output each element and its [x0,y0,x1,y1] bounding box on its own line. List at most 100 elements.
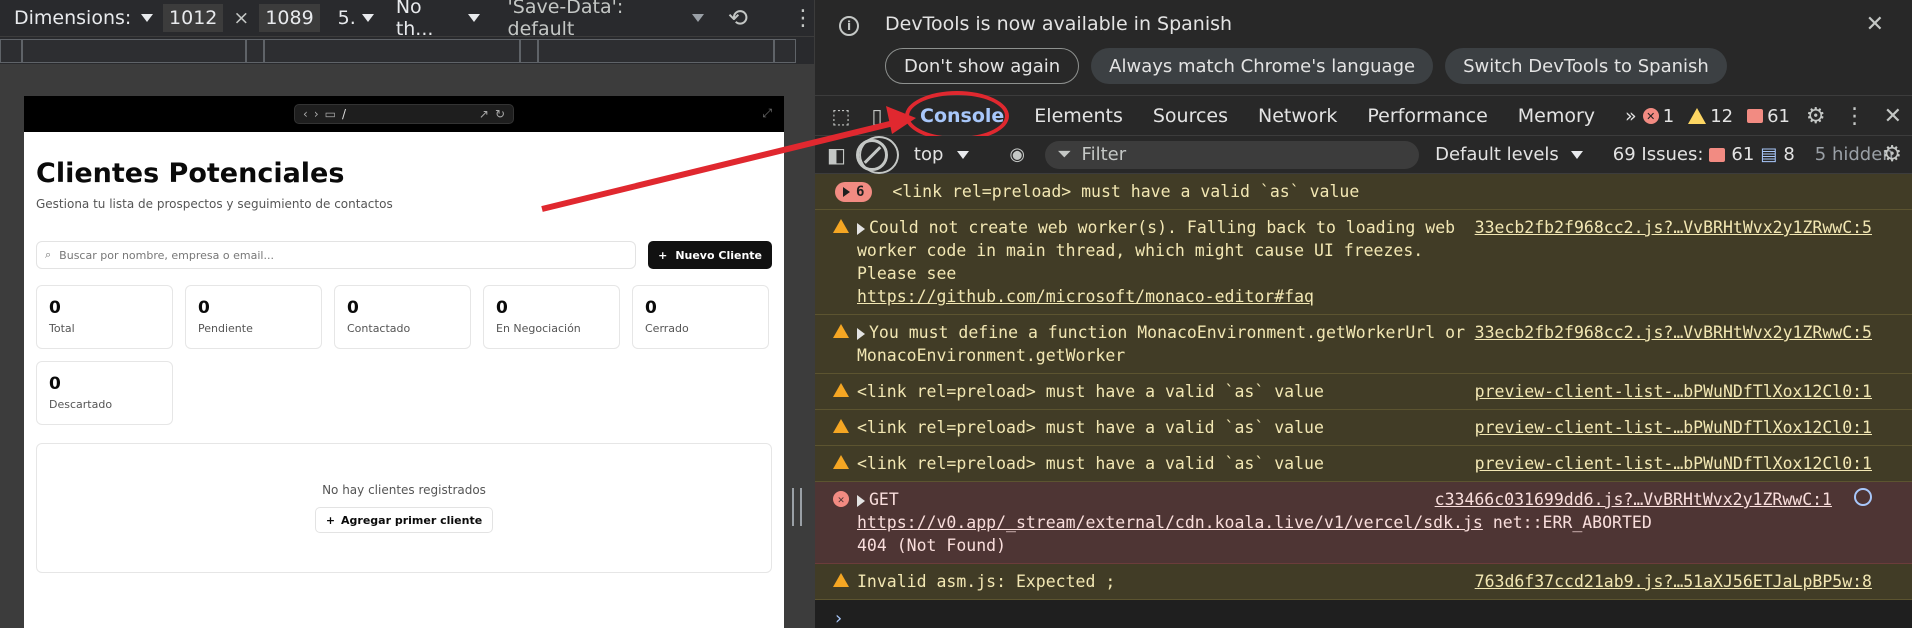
save-data-select[interactable]: 'Save-Data': default [508,0,686,40]
eye-icon[interactable]: ◉ [1009,144,1025,165]
log-text: You must define a function MonacoEnviron… [857,323,1466,365]
url-bar[interactable]: ‹ › ▭ / ↗ ↻ [294,104,514,124]
ruler-segment[interactable] [264,39,520,63]
dimensions-select[interactable]: Dimensions: ... [14,7,135,29]
log-source-link[interactable]: preview-client-list-…bPWuNDfTlXox12Cl0:1 [1475,380,1872,403]
log-link[interactable]: https://v0.app/_stream/external/cdn.koal… [857,513,1483,532]
issue-icon [1709,147,1726,162]
expand-icon[interactable]: ⤢ [762,106,772,121]
issues-summary[interactable]: 69 Issues: 61 ▤ 8 [1613,144,1795,165]
expand-arrow-icon[interactable] [857,494,865,507]
monitor-icon: ▭ [324,107,336,121]
filter-placeholder: Filter [1081,144,1127,165]
annotation-circle-small [859,136,899,174]
log-row-warning[interactable]: preview-client-list-…bPWuNDfTlXox12Cl0:1… [815,410,1912,446]
throttle-select[interactable]: No th... [396,0,462,40]
log-source-link[interactable]: preview-client-list-…bPWuNDfTlXox12Cl0:1 [1475,416,1872,439]
ruler-segment[interactable] [538,39,774,63]
width-input[interactable]: 1012 [163,4,224,32]
close-icon[interactable]: ✕ [1884,104,1902,129]
gear-icon[interactable]: ⚙ [1882,142,1902,167]
log-source-link[interactable]: c33466c031699dd6.js?…VvBRHtWvx2y1ZRwwC:1 [1435,488,1832,511]
close-icon[interactable]: ✕ [1866,12,1884,37]
times-symbol: × [233,7,250,29]
log-row-warning[interactable]: 33ecb2fb2f968cc2.js?…VvBRHtWvx2y1ZRwwC:5… [815,210,1912,315]
tab-network[interactable]: Network [1243,96,1352,136]
expand-arrow-icon[interactable] [857,222,865,235]
browser-bar: ‹ › ▭ / ↗ ↻ ⤢ [24,96,784,132]
chevron-down-icon[interactable] [361,14,374,22]
stat-card-contacted: 0 Contactado [334,285,471,349]
zoom-select[interactable]: 5. [338,7,356,29]
chevron-down-icon[interactable] [691,14,704,22]
inspect-element-icon[interactable]: ⬚ [823,98,859,134]
log-source-link[interactable]: 33ecb2fb2f968cc2.js?…VvBRHtWvx2y1ZRwwC:5 [1475,321,1872,344]
info-issue-icon: ▤ [1760,144,1778,165]
dont-show-again-button[interactable]: Don't show again [885,48,1080,84]
stat-card-closed: 0 Cerrado [632,285,769,349]
network-globe-icon[interactable] [1854,488,1872,506]
error-icon: ✕ [833,491,849,507]
issues-errors: 61 [1731,144,1755,165]
open-external-icon[interactable]: ↗ [479,107,489,121]
rotate-icon[interactable]: ⟲ [728,4,748,32]
new-client-button[interactable]: + Nuevo Cliente [648,241,772,269]
issue-count: 61 [1747,106,1790,127]
device-toggle-icon[interactable]: ▯ [859,98,895,134]
expand-arrow-icon[interactable] [857,327,865,340]
error-count-value: 1 [1662,105,1675,127]
info-icon: i [839,16,859,36]
stat-value: 0 [347,298,359,318]
gear-icon[interactable]: ⚙ [1806,104,1826,129]
plus-icon: + [658,248,668,262]
log-source-link[interactable]: 763d6f37ccd21ab9.js?…51aXJ56ETJaLpBP5w:8 [1475,570,1872,593]
message-counts[interactable]: ✕ 1 12 61 [1642,96,1790,136]
page-title: Clientes Potenciales [36,158,345,189]
pane-resize-handle[interactable] [792,488,802,526]
more-options-icon[interactable]: ⋮ [1844,104,1866,129]
console-prompt[interactable]: › [815,600,1912,628]
stat-value: 0 [198,298,210,318]
search-input[interactable]: ⌕ Buscar por nombre, empresa o email... [36,241,637,269]
device-emulation-pane: Dimensions: ... 1012 × 1089 5. No th... … [0,0,814,628]
forward-icon[interactable]: › [314,107,319,121]
log-row-warning[interactable]: preview-client-list-…bPWuNDfTlXox12Cl0:1… [815,446,1912,482]
tab-elements[interactable]: Elements [1019,96,1138,136]
back-icon[interactable]: ‹ [303,107,308,121]
page-subtitle: Gestiona tu lista de prospectos y seguim… [36,197,393,211]
log-row-grouped[interactable]: 6 <link rel=preload> must have a valid `… [815,174,1912,210]
log-link[interactable]: https://github.com/microsoft/monaco-edit… [857,287,1314,306]
log-row-warning[interactable]: 763d6f37ccd21ab9.js?…51aXJ56ETJaLpBP5w:8… [815,564,1912,600]
add-first-client-button[interactable]: + Agregar primer cliente [314,507,494,533]
match-language-button[interactable]: Always match Chrome's language [1091,48,1434,84]
log-source-link[interactable]: 33ecb2fb2f968cc2.js?…VvBRHtWvx2y1ZRwwC:5 [1475,216,1872,239]
tab-memory[interactable]: Memory [1503,96,1610,136]
filter-input[interactable]: ⏷ Filter [1045,140,1420,169]
ruler-segment[interactable] [0,39,22,63]
search-icon: ⌕ [45,248,52,261]
more-options-icon[interactable]: ⋮ [792,6,814,31]
emulated-viewport: ‹ › ▭ / ↗ ↻ ⤢ Clientes Potenciales Gesti… [24,96,784,628]
stat-value: 0 [496,298,508,318]
issues-info: 8 [1783,144,1795,165]
sidebar-toggle-icon[interactable]: ◧ [827,143,846,167]
log-text: Could not create web worker(s). Falling … [857,218,1456,283]
log-row-warning[interactable]: 33ecb2fb2f968cc2.js?…VvBRHtWvx2y1ZRwwC:5… [815,315,1912,374]
log-levels-select[interactable]: Default levels [1435,144,1593,165]
log-row-warning[interactable]: preview-client-list-…bPWuNDfTlXox12Cl0:1… [815,374,1912,410]
new-client-label: Nuevo Cliente [675,248,762,262]
reload-icon[interactable]: ↻ [495,107,505,121]
tab-performance[interactable]: Performance [1352,96,1502,136]
log-source-link[interactable]: preview-client-list-…bPWuNDfTlXox12Cl0:1 [1475,452,1872,475]
ruler-segment[interactable] [774,39,796,63]
context-select[interactable]: top [914,144,980,165]
ruler-segment[interactable] [22,39,246,63]
ruler-segment[interactable] [246,39,264,63]
tab-sources[interactable]: Sources [1138,96,1243,136]
log-row-error[interactable]: ✕ c33466c031699dd6.js?…VvBRHtWvx2y1ZRwwC… [815,482,1912,564]
switch-language-button[interactable]: Switch DevTools to Spanish [1445,48,1727,84]
height-input[interactable]: 1089 [259,4,320,32]
ruler-segment[interactable] [520,39,538,63]
chevron-down-icon[interactable] [467,14,480,22]
chevron-down-icon[interactable] [141,14,154,22]
